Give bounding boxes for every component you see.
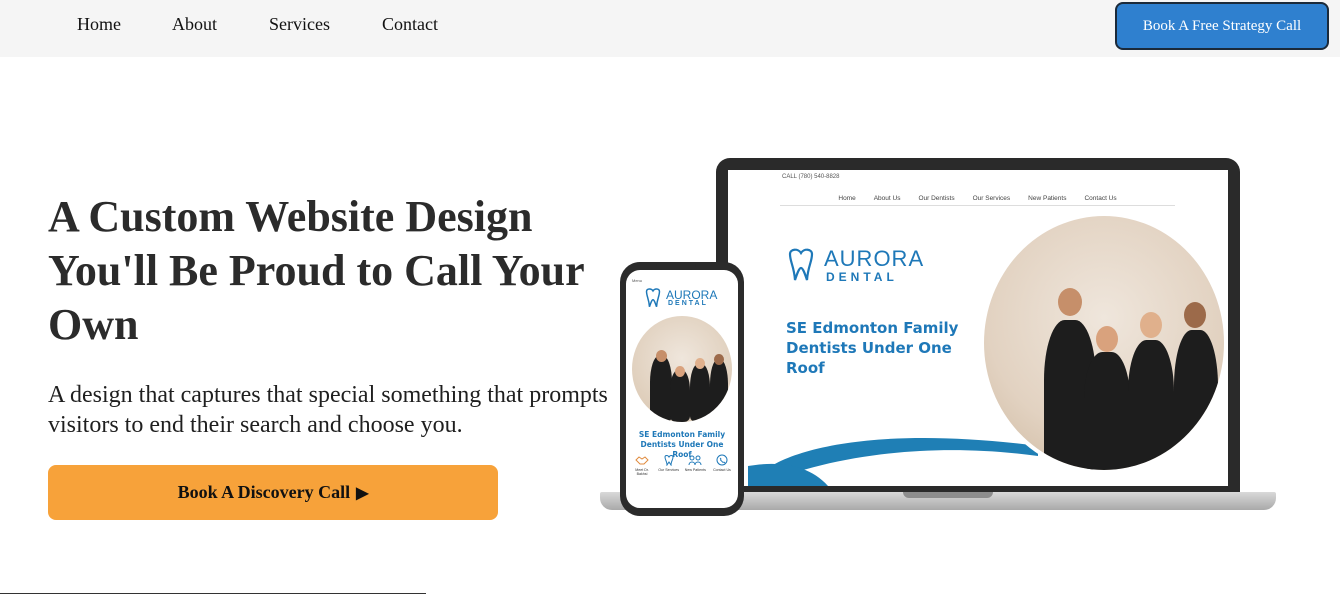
- laptop-screen: CALL (780) 540-8828 Home About Us Our De…: [728, 170, 1228, 486]
- team-member-head: [675, 366, 685, 377]
- mock-menu-item: Our Services: [972, 195, 1011, 202]
- phone-mockup: Menu AURORA DENTAL SE Edmonton Family De…: [620, 262, 744, 516]
- people-icon: [688, 455, 702, 466]
- top-nav-bar: Home About Services Contact Book A Free …: [0, 0, 1340, 57]
- mock-menu-item: New Patients: [1028, 195, 1067, 202]
- team-member-figure: [670, 370, 690, 422]
- team-member-figure: [1174, 330, 1218, 470]
- tooth-logo-icon: [788, 248, 814, 281]
- phone-notch: [656, 262, 696, 270]
- phone-icon-item: New Patients: [683, 454, 707, 477]
- phone-icon: [716, 454, 728, 466]
- team-member-head: [1058, 288, 1082, 316]
- team-member-figure: [1084, 352, 1130, 470]
- phone-icon-label: Our Services: [658, 468, 680, 472]
- laptop-mockup: CALL (780) 540-8828 Home About Us Our De…: [716, 158, 1240, 498]
- phone-team-photo: [632, 316, 732, 422]
- team-member-figure: [650, 356, 672, 422]
- team-member-figure: [710, 360, 728, 422]
- mock-menu: Home About Us Our Dentists Our Services …: [780, 192, 1175, 206]
- mock-menu-item: Our Dentists: [918, 195, 955, 202]
- tooth-logo-icon: [645, 288, 661, 308]
- mock-menu-item: Contact Us: [1084, 195, 1117, 202]
- nav-link-contact[interactable]: Contact: [382, 14, 438, 35]
- phone-logo-line2: DENTAL: [668, 300, 708, 307]
- mock-menu-item: Home: [838, 195, 856, 202]
- phone-icon-label: Meet Dr. Bakhsi: [635, 468, 649, 477]
- phone-menu-label: Menu: [632, 278, 643, 283]
- nav-link-services[interactable]: Services: [269, 14, 330, 35]
- phone-icon-label: Contact Us: [713, 468, 731, 472]
- team-member-figure: [690, 364, 710, 422]
- phone-icon-item: Contact Us: [710, 454, 734, 477]
- tooth-sparkle-icon: [664, 455, 674, 466]
- team-member-head: [1184, 302, 1206, 328]
- mock-logo-line1: AURORA: [824, 246, 925, 271]
- book-strategy-call-button[interactable]: Book A Free Strategy Call: [1115, 2, 1329, 50]
- hero-title: A Custom Website Design You'll Be Proud …: [48, 192, 584, 349]
- team-photo: [980, 212, 1228, 474]
- team-member-head: [1096, 326, 1118, 352]
- laptop-notch: [903, 492, 993, 498]
- nav-link-about[interactable]: About: [172, 14, 217, 35]
- team-member-head: [656, 350, 667, 362]
- mock-topbar: CALL (780) 540-8828: [782, 174, 840, 180]
- team-member-head: [695, 358, 705, 369]
- phone-icon-item: Our Services: [657, 454, 681, 477]
- team-member-head: [1140, 312, 1162, 338]
- mock-headline: SE Edmonton Family Dentists Under One Ro…: [786, 319, 959, 377]
- phone-icon-item: Meet Dr. Bakhsi: [630, 454, 654, 477]
- team-member-head: [714, 354, 724, 365]
- hero-subtitle: A design that captures that special some…: [48, 382, 608, 438]
- nav-link-home[interactable]: Home: [77, 14, 121, 35]
- divider-line: [0, 593, 426, 594]
- mock-logo-line2: DENTAL: [826, 270, 898, 284]
- phone-icon-row: Meet Dr. Bakhsi Our Services New Patient…: [630, 454, 734, 477]
- mock-menu-item: About Us: [873, 195, 901, 202]
- play-arrow-icon: ▶: [356, 484, 369, 502]
- phone-screen: Menu AURORA DENTAL SE Edmonton Family De…: [626, 270, 738, 508]
- cta-label: Book A Discovery Call: [177, 482, 351, 502]
- team-member-figure: [1128, 340, 1174, 470]
- book-discovery-call-button[interactable]: Book A Discovery Call ▶: [48, 465, 498, 520]
- phone-icon-label: New Patients: [684, 468, 706, 472]
- handshake-icon: [635, 456, 649, 465]
